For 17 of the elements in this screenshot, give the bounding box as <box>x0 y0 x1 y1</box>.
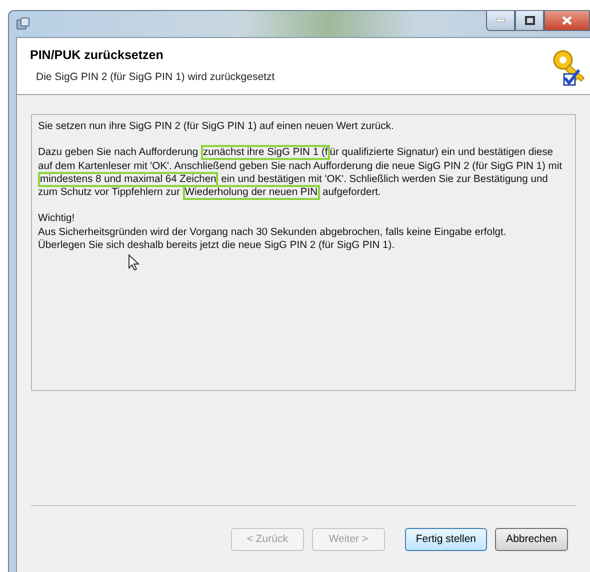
key-checkmark-icon <box>552 48 586 88</box>
wizard-subtitle: Die SigG PIN 2 (für SigG PIN 1) wird zurückgesetzt <box>35 71 275 83</box>
wizard-button[interactable]: Fertig stellen <box>404 528 487 550</box>
minimize-button[interactable] <box>486 11 515 31</box>
info-paragraph: Aus Sicherheitsgründen wird der Vorgang nach 30 Sekunden abgebrochen, falls keine Eingabe erfolgt. <box>38 226 508 239</box>
mouse-cursor-icon <box>128 254 140 271</box>
close-icon <box>562 16 572 25</box>
info-paragraph: Wichtig! <box>38 212 76 226</box>
wizard-button[interactable]: Abbrechen <box>495 528 568 550</box>
close-button[interactable] <box>544 11 590 31</box>
maximize-button[interactable] <box>515 11 544 31</box>
info-paragraph: Überlegen Sie sich deshalb bereits jetzt die neue SigG PIN 2 (für SigG PIN 1). <box>38 239 396 252</box>
app-icon <box>16 17 30 31</box>
info-paragraph: Sie setzen nun ihre SigG PIN 2 (für SigG PIN 1) auf einen neuen Wert zurück. <box>38 120 395 134</box>
minimize-icon <box>496 19 505 22</box>
wizard-title: PIN/PUK zurücksetzen <box>30 48 164 62</box>
maximize-icon <box>524 16 534 25</box>
